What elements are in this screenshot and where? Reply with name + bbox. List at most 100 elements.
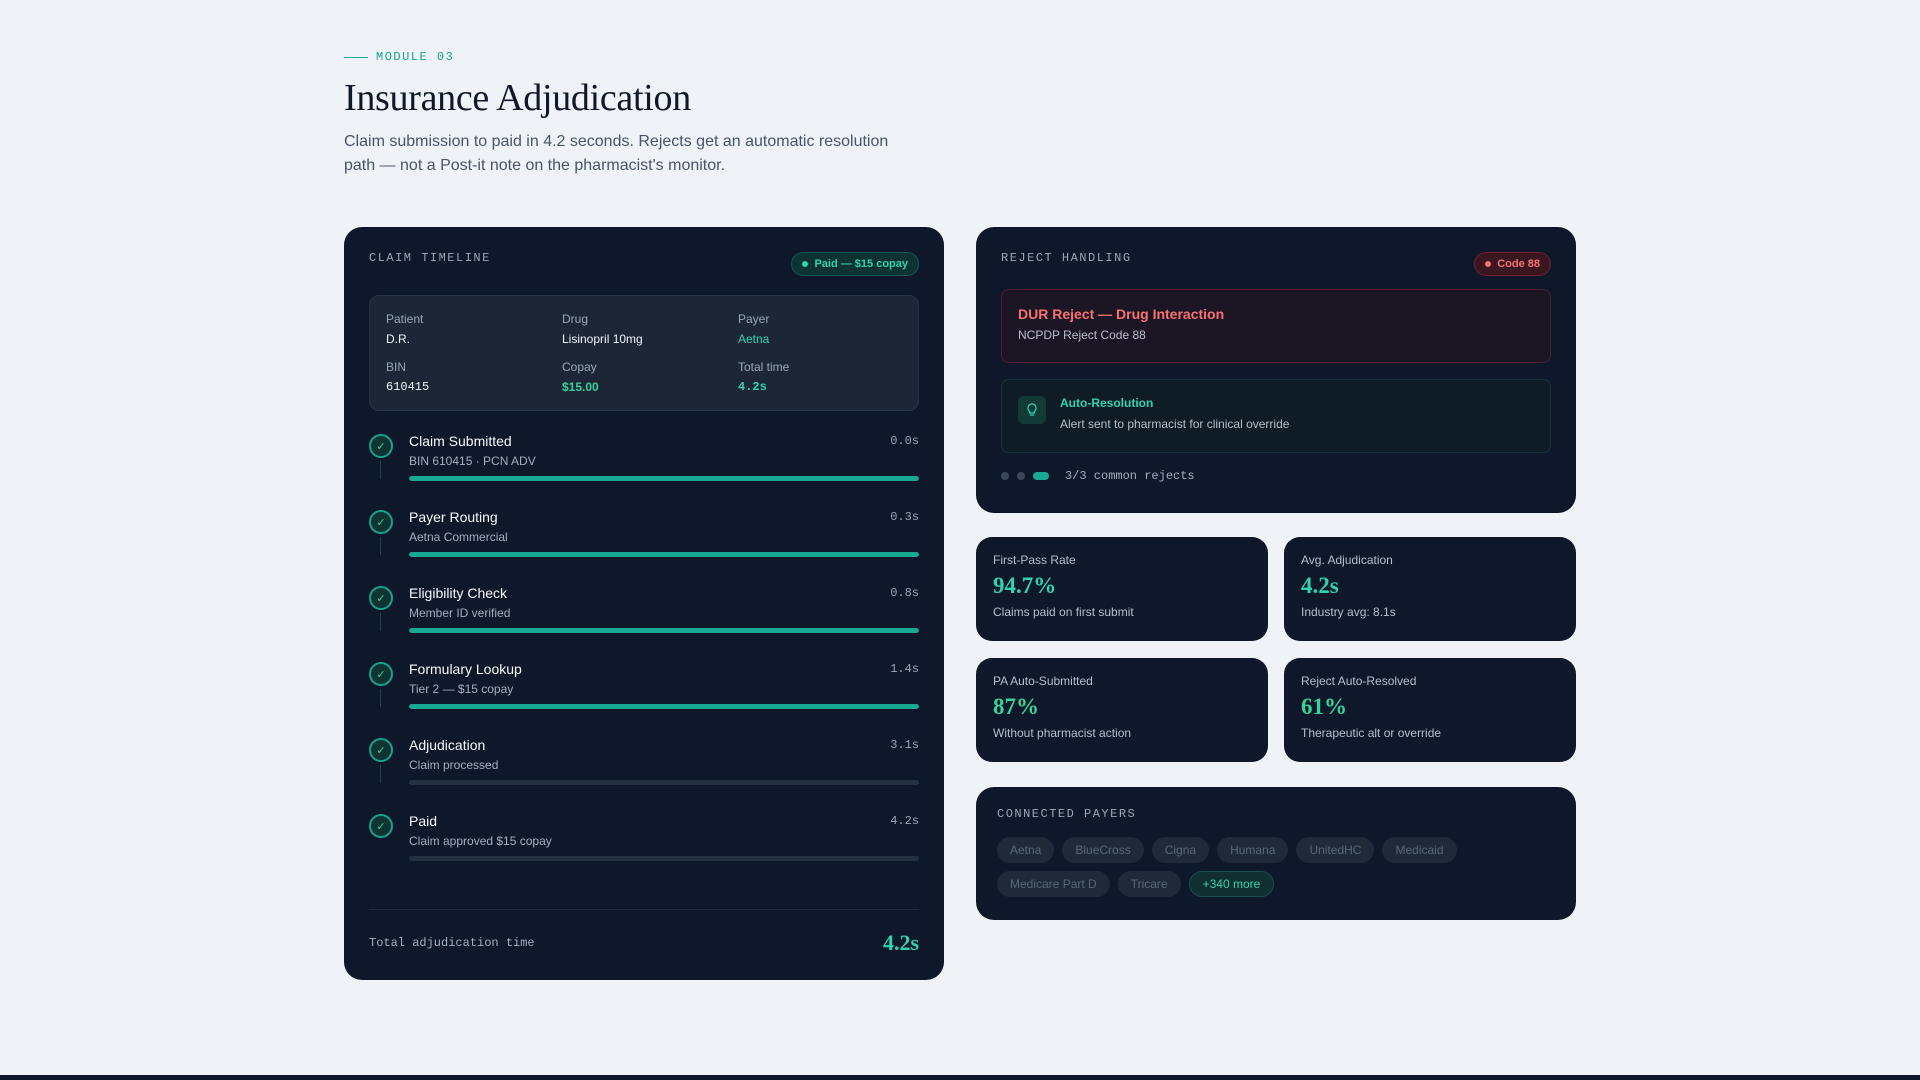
check-circle-icon: ✓: [369, 738, 393, 762]
paid-status-text: Paid — $15 copay: [814, 258, 908, 270]
step-title: Claim Submitted: [409, 433, 512, 449]
total-adjudication-value: 4.2s: [882, 930, 919, 955]
step-time: 0.3s: [890, 510, 919, 524]
payer-chip[interactable]: Medicaid: [1382, 837, 1457, 863]
drug-field: Drug Lisinopril 10mg: [562, 312, 738, 346]
auto-resolution-title: Auto-Resolution: [1060, 396, 1154, 410]
reject-title: DUR Reject — Drug Interaction: [1018, 306, 1225, 322]
payer-chip[interactable]: Cigna: [1151, 837, 1210, 863]
module-header: MODULE 03 Insurance Adjudication Claim s…: [344, 50, 944, 178]
step-progress-fill: [409, 704, 919, 709]
module-number: MODULE 03: [376, 50, 455, 64]
pager-dot-2[interactable]: [1017, 472, 1025, 480]
stat-value: 87%: [993, 694, 1039, 719]
check-circle-icon: ✓: [369, 586, 393, 610]
payer-chip[interactable]: BlueCross: [1062, 837, 1144, 863]
status-dot-icon: [802, 261, 809, 267]
more-payers-chip[interactable]: +340 more: [1188, 871, 1275, 897]
step-connector: [380, 689, 381, 707]
payer-field: Payer Aetna: [738, 312, 914, 346]
stat-subtitle: Without pharmacist action: [993, 726, 1132, 740]
check-circle-icon: ✓: [369, 814, 393, 838]
reject-auto-resolved-card: Reject Auto-Resolved 61% Therapeutic alt…: [1284, 658, 1576, 762]
bin-value: 610415: [386, 380, 430, 394]
stat-subtitle: Industry avg: 8.1s: [1301, 605, 1396, 619]
step-subtitle: BIN 610415 · PCN ADV: [409, 454, 536, 468]
avg-adjudication-card: Avg. Adjudication 4.2s Industry avg: 8.1…: [1284, 537, 1576, 641]
timeline-step: ✓ Eligibility Check Member ID verified 0…: [369, 585, 919, 661]
copay-label: Copay: [562, 360, 597, 374]
check-circle-icon: ✓: [369, 662, 393, 686]
reject-code-text: Code 88: [1497, 258, 1540, 270]
step-progress-bar: [409, 552, 919, 557]
connected-payers-label: CONNECTED PAYERS: [997, 807, 1137, 821]
stat-label: PA Auto-Submitted: [993, 674, 1093, 688]
step-connector: [380, 613, 381, 631]
stat-label: Reject Auto-Resolved: [1301, 674, 1417, 688]
step-time: 0.0s: [890, 434, 919, 448]
check-circle-icon: ✓: [369, 510, 393, 534]
step-connector: [380, 537, 381, 555]
timeline-step: ✓ Formulary Lookup Tier 2 — $15 copay 1.…: [369, 661, 919, 737]
drug-label: Drug: [562, 312, 589, 326]
step-title: Adjudication: [409, 737, 486, 753]
total-time-label: Total time: [738, 360, 790, 374]
claim-timeline-panel: CLAIM TIMELINE Paid — $15 copay Patient …: [344, 227, 944, 980]
reject-pager: 3/3 common rejects: [1001, 469, 1551, 483]
eyebrow-line: [344, 56, 368, 58]
timeline-step: ✓ Payer Routing Aetna Commercial 0.3s: [369, 509, 919, 585]
reject-alert: DUR Reject — Drug Interaction NCPDP Reje…: [1001, 289, 1551, 363]
payer-chip[interactable]: Humana: [1217, 837, 1289, 863]
step-progress-bar: [409, 856, 919, 861]
paid-status-badge: Paid — $15 copay: [791, 252, 919, 276]
payer-label: Payer: [738, 312, 770, 326]
check-circle-icon: ✓: [369, 434, 393, 458]
step-progress-bar: [409, 704, 919, 709]
payer-chip[interactable]: UnitedHC: [1296, 837, 1375, 863]
pager-dot-3[interactable]: [1033, 472, 1049, 480]
stat-label: Avg. Adjudication: [1301, 553, 1393, 567]
step-title: Paid: [409, 813, 438, 829]
step-subtitle: Tier 2 — $15 copay: [409, 682, 514, 696]
pager-text: 3/3 common rejects: [1065, 469, 1195, 483]
payer-chip[interactable]: Aetna: [997, 837, 1055, 863]
stat-subtitle: Claims paid on first submit: [993, 605, 1134, 619]
step-progress-bar: [409, 476, 919, 481]
payer-chip[interactable]: Tricare: [1117, 871, 1181, 897]
step-connector: [380, 461, 381, 479]
patient-label: Patient: [386, 312, 424, 326]
payer-link[interactable]: Aetna: [738, 332, 914, 346]
bin-field: BIN 610415: [386, 360, 562, 394]
step-time: 3.1s: [890, 738, 919, 752]
step-subtitle: Claim processed: [409, 758, 499, 772]
payer-chips: Aetna BlueCross Cigna Humana UnitedHC Me…: [997, 837, 1517, 897]
copay-field: Copay $15.00: [562, 360, 738, 394]
auto-resolution-subtitle: Alert sent to pharmacist for clinical ov…: [1060, 417, 1290, 431]
page-subtitle: Claim submission to paid in 4.2 seconds.…: [344, 133, 889, 174]
step-time: 1.4s: [890, 662, 919, 676]
total-adjudication-row: Total adjudication time 4.2s: [369, 909, 919, 956]
reject-subtitle: NCPDP Reject Code 88: [1018, 328, 1146, 342]
auto-resolution-card: Auto-Resolution Alert sent to pharmacist…: [1001, 379, 1551, 453]
drug-value: Lisinopril 10mg: [562, 332, 643, 346]
timeline-step: ✓ Paid Claim approved $15 copay 4.2s: [369, 813, 919, 889]
first-pass-rate-card: First-Pass Rate 94.7% Claims paid on fir…: [976, 537, 1268, 641]
stat-subtitle: Therapeutic alt or override: [1301, 726, 1442, 740]
step-subtitle: Member ID verified: [409, 606, 511, 620]
stat-value: 4.2s: [1301, 573, 1339, 598]
step-progress-fill: [409, 476, 919, 481]
step-title: Formulary Lookup: [409, 661, 522, 677]
pager-dot-1[interactable]: [1001, 472, 1009, 480]
auto-resolution-text: Auto-Resolution Alert sent to pharmacist…: [1060, 396, 1289, 436]
module-eyebrow: MODULE 03: [344, 50, 944, 64]
claim-details: Patient D.R. Drug Lisinopril 10mg Payer …: [369, 295, 919, 411]
step-title: Eligibility Check: [409, 585, 508, 601]
step-time: 0.8s: [890, 586, 919, 600]
total-time-value: 4.2s: [738, 380, 767, 394]
timeline-step: ✓ Adjudication Claim processed 3.1s: [369, 737, 919, 813]
connected-payers-panel: CONNECTED PAYERS Aetna BlueCross Cigna H…: [976, 787, 1576, 920]
bottom-border: [0, 1075, 1920, 1080]
copay-value: $15.00: [562, 380, 599, 394]
payer-chip[interactable]: Medicare Part D: [997, 871, 1110, 897]
timeline-steps: ✓ Claim Submitted BIN 610415 · PCN ADV 0…: [369, 433, 919, 889]
